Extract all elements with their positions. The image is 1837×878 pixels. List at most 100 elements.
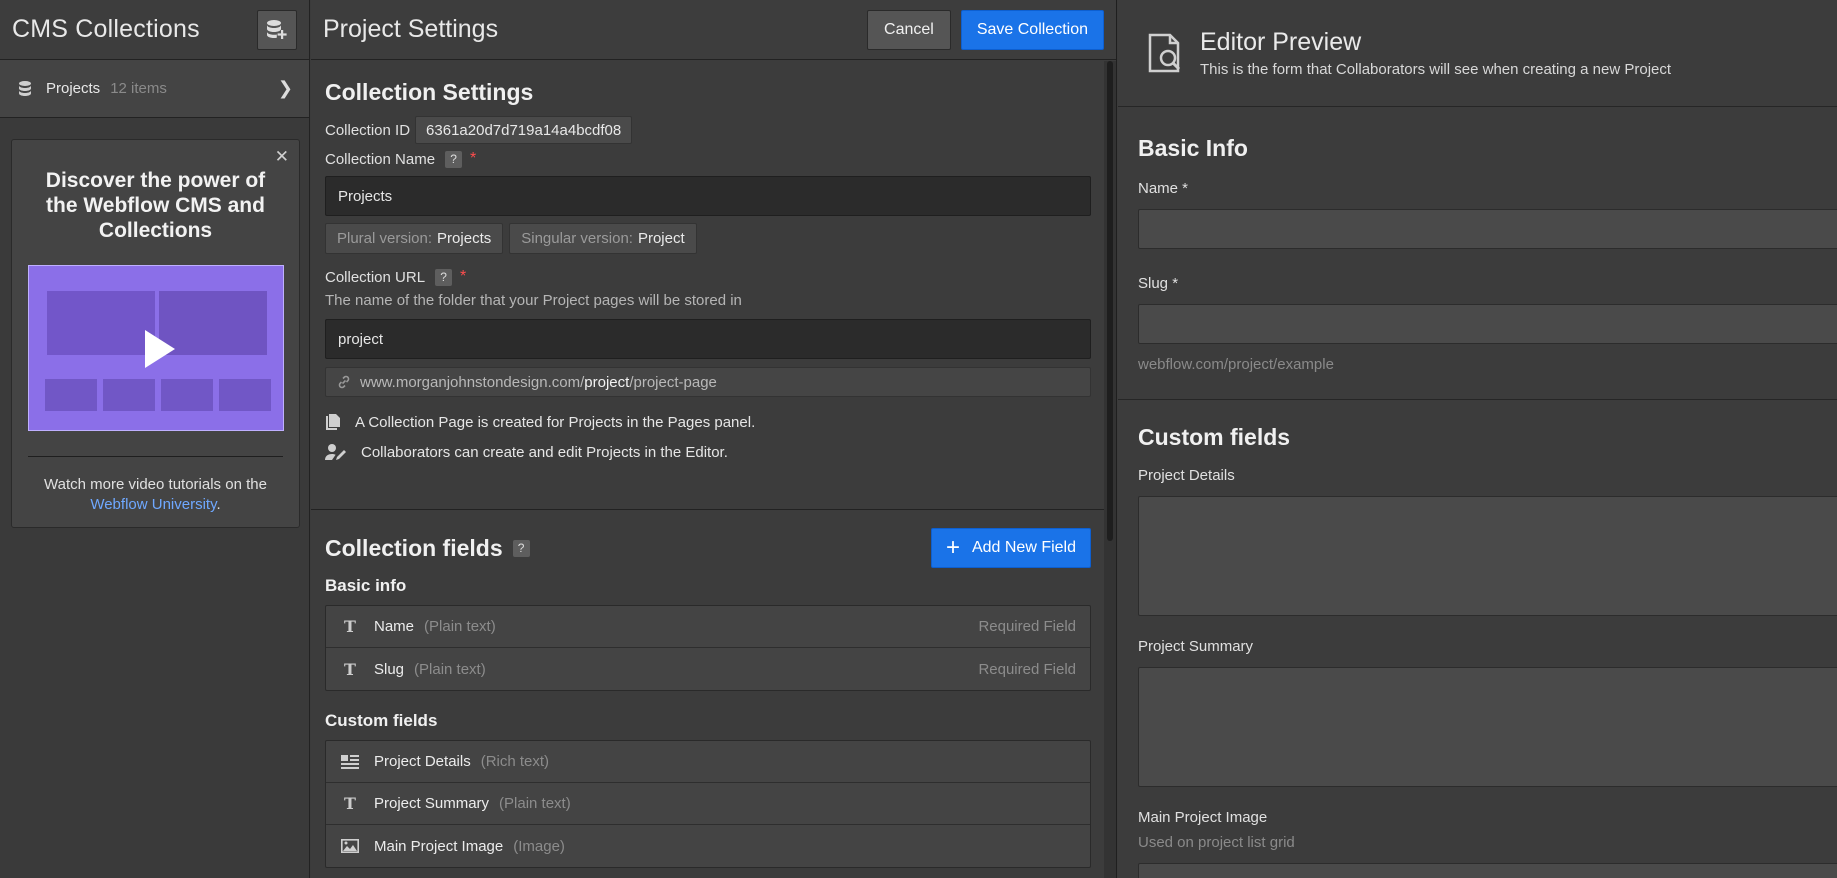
preview-summary-textarea[interactable] (1138, 667, 1837, 787)
thumbnail-block (103, 379, 155, 411)
required-asterisk: * (470, 150, 477, 167)
collection-url-label-row: Collection URL ? * (325, 268, 1091, 286)
help-icon[interactable]: ? (512, 539, 530, 557)
field-row-main-project-image[interactable]: Main Project Image (Image) (326, 825, 1090, 867)
collection-name-label: Collection Name (325, 150, 436, 168)
basic-info-heading: Basic info (325, 576, 407, 595)
preview-custom-fields-heading: Custom fields (1138, 424, 1291, 450)
preview-header-text: Editor Preview This is the form that Col… (1200, 28, 1671, 78)
collection-name-input[interactable]: Projects (325, 176, 1091, 216)
preview-image-input[interactable] (1138, 863, 1837, 878)
cms-sidebar: CMS Collections Projects 12 items ❯ ✕ Di… (0, 0, 310, 878)
close-icon[interactable]: ✕ (275, 147, 289, 167)
plural-value: Projects (437, 230, 492, 247)
thumbnail-block (161, 379, 213, 411)
field-name: Main Project Image (374, 837, 504, 855)
webflow-university-link[interactable]: Webflow University (90, 496, 216, 513)
preview-details-textarea[interactable] (1138, 496, 1837, 616)
collection-name-label-row: Collection Name ? * (325, 150, 1091, 168)
collection-id-value: 6361a20d7d719a14a4bcdf08 (415, 116, 633, 144)
field-row-project-summary[interactable]: T Project Summary (Plain text) (326, 783, 1090, 825)
database-icon (19, 80, 31, 96)
add-new-field-label: Add New Field (971, 539, 1076, 556)
preview-name-label: Name * (1138, 180, 1189, 197)
collection-page-info-text: A Collection Page is created for Project… (355, 413, 756, 431)
field-row-name[interactable]: T Name (Plain text) Required Field (326, 606, 1090, 648)
scrollbar-thumb[interactable] (1107, 61, 1113, 541)
preview-image-hint: Used on project list grid (1138, 834, 1295, 851)
required-field-label: Required Field (978, 618, 1076, 635)
plural-label: Plural version: (337, 230, 433, 247)
collaborators-info: Collaborators can create and edit Projec… (325, 443, 1091, 461)
promo-footer-text: Watch more video tutorials on the (44, 476, 267, 493)
url-prefix: www.morganjohnstondesign.com/ (360, 373, 585, 391)
collaborators-info-text: Collaborators can create and edit Projec… (361, 443, 728, 461)
collection-count: 12 items (110, 80, 167, 97)
collection-id-label: Collection ID (325, 121, 411, 139)
preview-basic-info-section: Basic Info Name * Slug * webflow.com/pro… (1118, 107, 1837, 400)
required-field-label: Required Field (978, 660, 1076, 678)
rich-text-glyph (341, 754, 359, 769)
thumbnail-block (47, 291, 155, 355)
preview-basic-info-heading: Basic Info (1138, 135, 1248, 161)
pages-icon (326, 414, 340, 430)
collection-fields-header: Collection fields ? + Add New Field (325, 528, 1091, 568)
collection-url-hint: The name of the folder that your Project… (325, 292, 742, 309)
image-type-icon (340, 839, 360, 853)
promo-title: Discover the power of the Webflow CMS an… (45, 169, 266, 242)
field-row-slug[interactable]: T Slug (Plain text) Required Field (326, 648, 1090, 690)
preview-slug-label: Slug * (1138, 275, 1179, 292)
sidebar-title: CMS Collections (12, 15, 200, 43)
custom-fields-list: Project Details (Rich text) T Project Su… (325, 740, 1091, 868)
version-chips: Plural version: Projects Singular version… (325, 223, 1091, 254)
field-type: (Rich text) (480, 753, 550, 770)
collection-url-preview: www.morganjohnstondesign.com/project/pro… (325, 367, 1091, 397)
help-icon[interactable]: ? (435, 268, 453, 286)
document-search-icon (1148, 33, 1181, 73)
cancel-button[interactable]: Cancel (867, 9, 951, 50)
basic-fields-list: T Name (Plain text) Required Field T Slu… (325, 605, 1091, 691)
save-collection-button[interactable]: Save Collection (960, 9, 1104, 50)
add-new-field-button[interactable]: + Add New Field (930, 528, 1091, 568)
preview-custom-fields-section: Custom fields Project Details Project Su… (1118, 400, 1837, 878)
required-asterisk: * (460, 268, 467, 285)
field-type: (Plain text) (414, 660, 486, 678)
thumbnail-block (45, 379, 97, 411)
image-glyph (341, 839, 359, 853)
preview-slug-input[interactable] (1138, 304, 1837, 344)
text-type-icon: T (344, 659, 356, 679)
preview-name-input[interactable] (1138, 209, 1837, 249)
singular-value: Project (637, 230, 685, 247)
preview-details-label: Project Details (1138, 467, 1235, 484)
plural-version-chip[interactable]: Plural version: Projects (325, 223, 504, 254)
promo-footer-end: . (216, 496, 221, 513)
collection-fields-heading: Collection fields (325, 534, 503, 561)
promo-footer: Watch more video tutorials on the Webflo… (28, 475, 283, 515)
plus-icon: + (945, 534, 960, 561)
settings-body: Collection Settings Collection ID 6361a2… (311, 61, 1105, 878)
help-icon[interactable]: ? (445, 150, 463, 168)
database-plus-icon (267, 19, 287, 39)
collection-url-input[interactable]: project (325, 319, 1091, 359)
play-icon[interactable] (145, 330, 175, 368)
preview-image-label: Main Project Image (1138, 809, 1268, 826)
collection-id-row: Collection ID 6361a20d7d719a14a4bcdf08 (325, 116, 1091, 144)
thumbnail-block (219, 379, 271, 411)
add-collection-button[interactable] (257, 9, 297, 50)
singular-version-chip[interactable]: Singular version: Project (509, 223, 697, 254)
field-type: (Plain text) (499, 795, 571, 812)
sidebar-header: CMS Collections (0, 0, 309, 60)
preview-slug-hint: webflow.com/project/example (1138, 356, 1334, 373)
preview-title: Editor Preview (1200, 28, 1362, 56)
field-row-project-details[interactable]: Project Details (Rich text) (326, 741, 1090, 783)
preview-summary-label: Project Summary (1138, 638, 1254, 655)
settings-scrollbar[interactable] (1104, 61, 1116, 878)
collection-settings-section: Collection Settings Collection ID 6361a2… (311, 61, 1105, 510)
editor-preview-panel: Editor Preview This is the form that Col… (1118, 0, 1837, 878)
rich-text-icon (340, 754, 360, 769)
sidebar-item-projects[interactable]: Projects 12 items ❯ (0, 60, 309, 118)
singular-label: Singular version: (521, 230, 633, 247)
chevron-right-icon: ❯ (277, 78, 293, 98)
preview-subtitle: This is the form that Collaborators will… (1200, 61, 1672, 78)
promo-video-thumbnail[interactable] (28, 265, 284, 431)
